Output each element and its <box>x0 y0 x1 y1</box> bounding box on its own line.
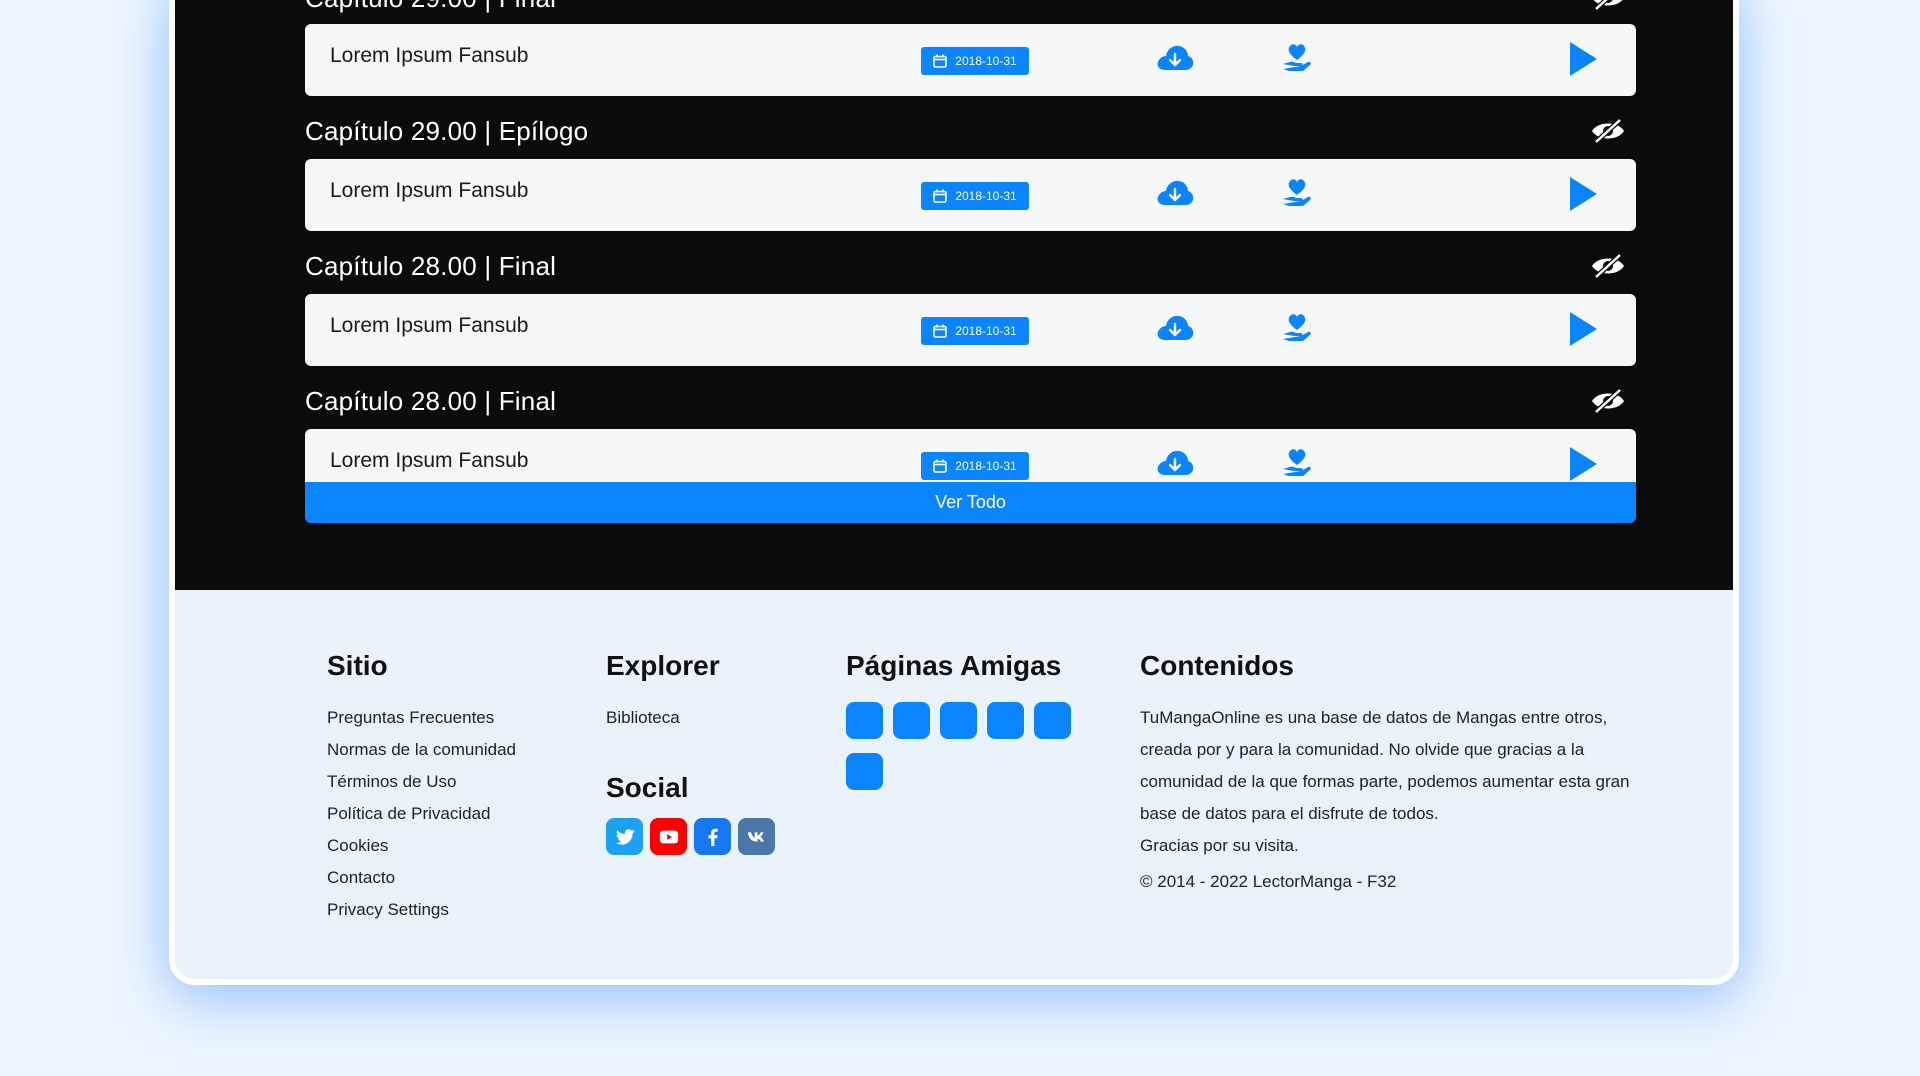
calendar-icon <box>933 54 948 68</box>
scanlator-name[interactable]: Lorem Ipsum Fansub <box>330 44 528 68</box>
copyright-text: © 2014 - 2022 LectorManga - F32 <box>1140 872 1397 891</box>
chapter-header[interactable]: Capítulo 28.00 | Final <box>305 246 1636 286</box>
donate-heart-hand-icon[interactable] <box>1281 175 1313 209</box>
date-badge: 2018-10-31 <box>921 47 1029 75</box>
calendar-icon <box>933 459 948 473</box>
footer-link-faq[interactable]: Preguntas Frecuentes <box>327 702 516 734</box>
social-icons <box>606 818 775 855</box>
vk-icon[interactable] <box>738 818 775 855</box>
donate-heart-hand-icon[interactable] <box>1281 445 1313 479</box>
chapter-title: Capítulo 29.00 | Final <box>305 0 556 14</box>
calendar-icon <box>933 324 948 338</box>
friend-sites-grid <box>846 702 1071 790</box>
footer-explorer-column: Explorer Biblioteca Social <box>606 650 775 855</box>
friend-site-link[interactable] <box>940 702 977 739</box>
chapter-list-section: Capítulo 29.00 | Final Lorem Ipsum Fansu… <box>175 0 1733 590</box>
chapter-header[interactable]: Capítulo 29.00 | Final <box>305 0 1636 18</box>
chapter-upload-row: Lorem Ipsum Fansub 2018-10-31 <box>305 294 1636 366</box>
footer-heading: Explorer <box>606 650 720 681</box>
footer-heading: Contenidos <box>1140 650 1294 681</box>
footer-heading: Páginas Amigas <box>846 650 1062 681</box>
chapter-header[interactable]: Capítulo 29.00 | Epílogo <box>305 111 1636 151</box>
date-text: 2018-10-31 <box>955 459 1017 473</box>
scanlator-name[interactable]: Lorem Ipsum Fansub <box>330 449 528 473</box>
chapter-title: Capítulo 28.00 | Final <box>305 250 557 281</box>
footer-contenidos-column: Contenidos TuMangaOnline es una base de … <box>1140 650 1660 892</box>
footer-about-text: TuMangaOnline es una base de datos de Ma… <box>1140 708 1630 823</box>
cloud-download-icon[interactable] <box>1155 42 1195 74</box>
donate-heart-hand-icon[interactable] <box>1281 40 1313 74</box>
footer-link-normas[interactable]: Normas de la comunidad <box>327 734 516 766</box>
footer-amigas-column: Páginas Amigas <box>846 650 1071 790</box>
chapter-title: Capítulo 28.00 | Final <box>305 385 557 416</box>
date-badge: 2018-10-31 <box>921 452 1029 480</box>
friend-site-link[interactable] <box>846 702 883 739</box>
scanlator-name[interactable]: Lorem Ipsum Fansub <box>330 179 528 203</box>
date-badge: 2018-10-31 <box>921 317 1029 345</box>
footer-heading: Social <box>606 772 689 803</box>
eye-slash-icon[interactable] <box>1588 0 1628 11</box>
calendar-icon <box>933 189 948 203</box>
ver-todo-button[interactable]: Ver Todo <box>305 482 1636 523</box>
footer-link-privacy-settings[interactable]: Privacy Settings <box>327 894 516 926</box>
footer-link-terminos[interactable]: Términos de Uso <box>327 766 516 798</box>
eye-slash-icon[interactable] <box>1588 388 1628 414</box>
facebook-icon[interactable] <box>694 818 731 855</box>
cloud-download-icon[interactable] <box>1155 312 1195 344</box>
play-icon[interactable] <box>1567 310 1599 348</box>
page-frame: Capítulo 29.00 | Final Lorem Ipsum Fansu… <box>169 0 1739 985</box>
footer-link-cookies[interactable]: Cookies <box>327 830 516 862</box>
site-footer: Sitio Preguntas Frecuentes Normas de la … <box>175 590 1733 979</box>
cloud-download-icon[interactable] <box>1155 447 1195 479</box>
twitter-icon[interactable] <box>606 818 643 855</box>
eye-slash-icon[interactable] <box>1588 118 1628 144</box>
friend-site-link[interactable] <box>846 753 883 790</box>
chapter-upload-row: Lorem Ipsum Fansub 2018-10-31 <box>305 24 1636 96</box>
donate-heart-hand-icon[interactable] <box>1281 310 1313 344</box>
play-icon[interactable] <box>1567 40 1599 78</box>
footer-link-privacidad[interactable]: Política de Privacidad <box>327 798 516 830</box>
footer-sitio-column: Sitio Preguntas Frecuentes Normas de la … <box>327 650 516 926</box>
chapter-title: Capítulo 29.00 | Epílogo <box>305 115 589 146</box>
footer-heading: Sitio <box>327 650 388 681</box>
scanlator-name[interactable]: Lorem Ipsum Fansub <box>330 314 528 338</box>
play-icon[interactable] <box>1567 445 1599 483</box>
friend-site-link[interactable] <box>1034 702 1071 739</box>
cloud-download-icon[interactable] <box>1155 177 1195 209</box>
date-text: 2018-10-31 <box>955 324 1017 338</box>
date-text: 2018-10-31 <box>955 189 1017 203</box>
friend-site-link[interactable] <box>893 702 930 739</box>
friend-site-link[interactable] <box>987 702 1024 739</box>
chapter-upload-row: Lorem Ipsum Fansub 2018-10-31 <box>305 159 1636 231</box>
footer-link-biblioteca[interactable]: Biblioteca <box>606 702 775 734</box>
eye-slash-icon[interactable] <box>1588 253 1628 279</box>
chapter-header[interactable]: Capítulo 28.00 | Final <box>305 381 1636 421</box>
footer-thanks-text: Gracias por su visita. <box>1140 836 1299 855</box>
play-icon[interactable] <box>1567 175 1599 213</box>
date-text: 2018-10-31 <box>955 54 1017 68</box>
date-badge: 2018-10-31 <box>921 182 1029 210</box>
footer-link-contacto[interactable]: Contacto <box>327 862 516 894</box>
youtube-icon[interactable] <box>650 818 687 855</box>
